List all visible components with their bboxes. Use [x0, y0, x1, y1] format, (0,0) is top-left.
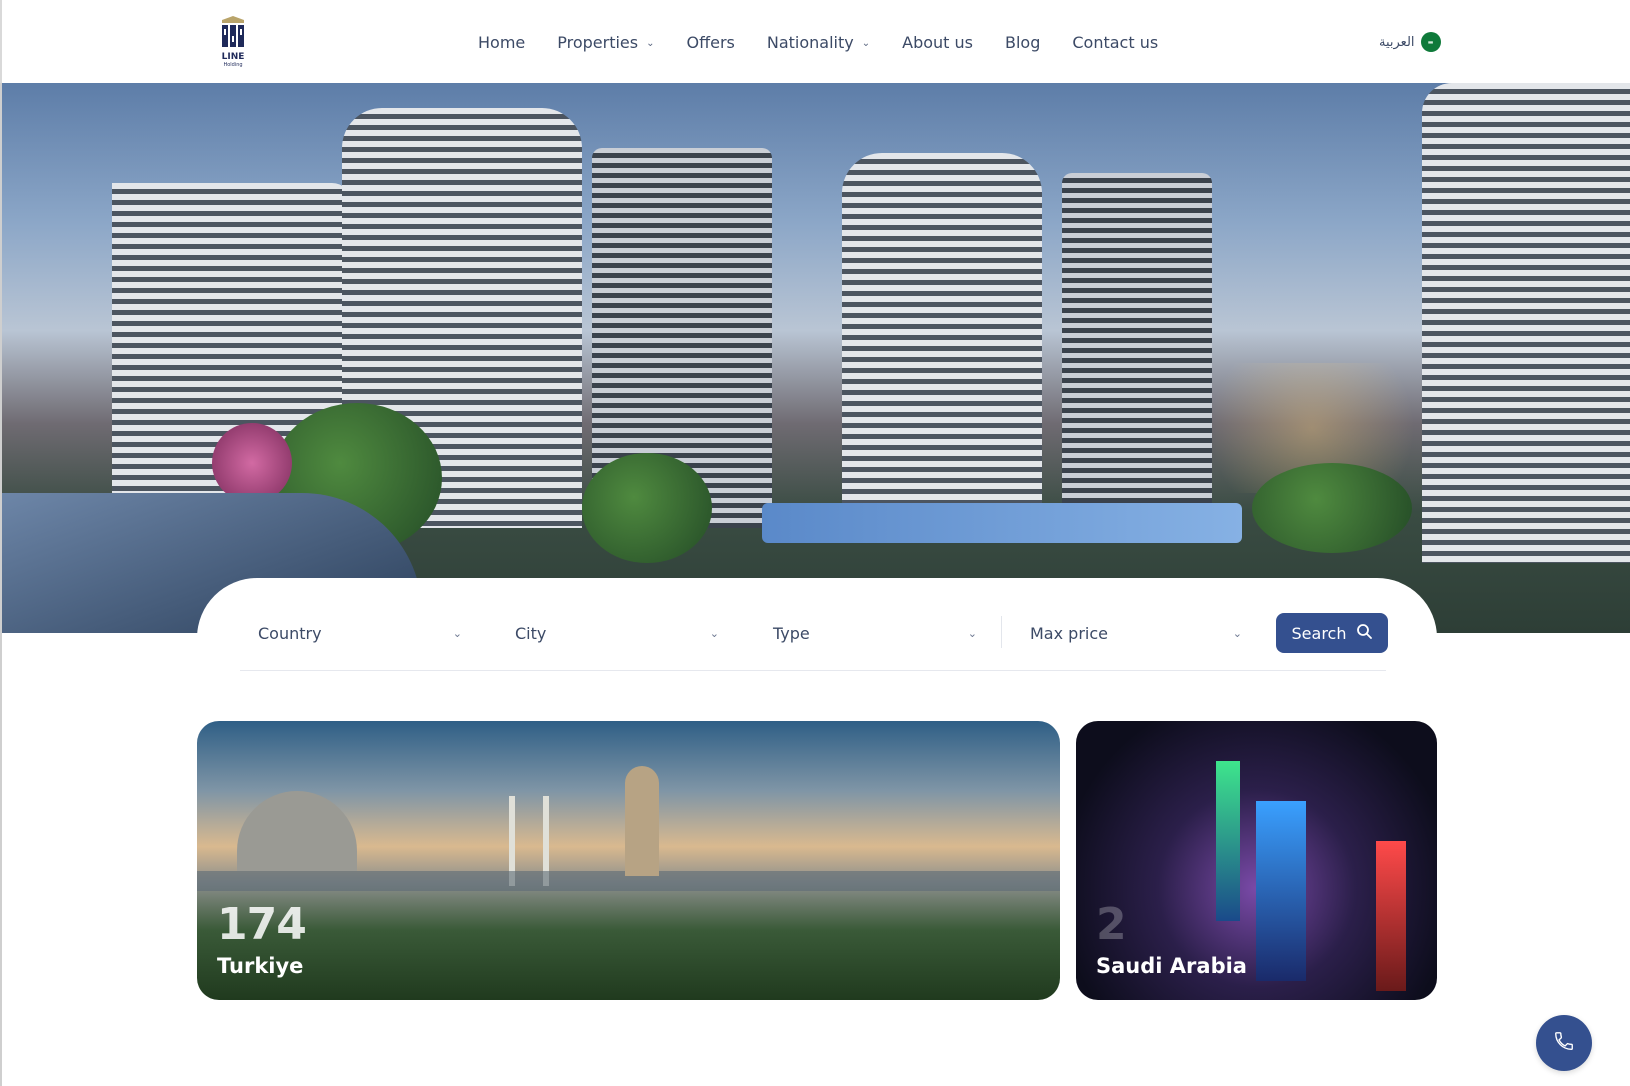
chevron-down-icon: ⌄: [709, 626, 719, 640]
max-price-select-label: Max price: [1030, 623, 1108, 643]
nav-contact[interactable]: Contact us: [1072, 33, 1158, 52]
nav-about-label: About us: [902, 32, 973, 52]
search-button-label: Search: [1291, 623, 1347, 643]
nav-blog[interactable]: Blog: [1005, 33, 1040, 52]
nav-offers[interactable]: Offers: [687, 33, 735, 52]
saudi-flag-icon: ▬: [1420, 32, 1441, 52]
country-card-saudi-arabia[interactable]: 2 Saudi Arabia: [1076, 721, 1437, 1000]
logo-text: LINE: [221, 52, 245, 62]
kingdom-tower-image: [1216, 761, 1240, 921]
nav-blog-label: Blog: [1005, 32, 1041, 52]
nav-about[interactable]: About us: [902, 33, 973, 52]
search-button[interactable]: Search: [1276, 613, 1388, 653]
city-select-label: City: [515, 623, 547, 643]
type-select[interactable]: Type ⌄: [773, 620, 977, 646]
max-price-select[interactable]: Max price ⌄: [1030, 620, 1242, 646]
country-select-label: Country: [258, 623, 322, 643]
country-card-turkiye[interactable]: 174 Turkiye: [197, 721, 1060, 1000]
tree-image: [212, 423, 292, 503]
nav-contact-label: Contact us: [1072, 32, 1159, 52]
chevron-down-icon: ⌄: [967, 626, 977, 640]
search-icon: [1356, 623, 1373, 643]
nav-nationality[interactable]: Nationality ⌄: [767, 33, 870, 52]
card-count: 2: [1096, 899, 1127, 950]
logo-tagline: Holding: [223, 62, 243, 68]
language-label: العربية: [1379, 34, 1415, 50]
site-header: LINE Holding Home Properties ⌄ Offers Na…: [0, 0, 1630, 83]
type-select-label: Type: [773, 623, 810, 643]
card-name: Saudi Arabia: [1096, 954, 1247, 978]
city-select[interactable]: City ⌄: [515, 620, 719, 646]
nav-home[interactable]: Home: [478, 33, 525, 52]
card-count: 174: [217, 899, 307, 950]
field-divider: [1001, 616, 1002, 648]
building-image: [1422, 83, 1630, 563]
skyscraper-image: [1256, 801, 1306, 981]
skyscraper-image: [1376, 841, 1406, 991]
nav-properties[interactable]: Properties ⌄: [557, 33, 654, 52]
galata-tower-image: [625, 766, 659, 876]
skyline-logo[interactable]: LINE Holding: [218, 14, 248, 70]
tree-image: [582, 453, 712, 563]
nav-properties-label: Properties: [557, 32, 639, 52]
country-select[interactable]: Country ⌄: [258, 620, 462, 646]
hero-banner: [2, 83, 1630, 633]
chevron-down-icon: ⌄: [646, 37, 655, 49]
nav-nationality-label: Nationality: [766, 32, 854, 52]
search-underline: [240, 670, 1386, 671]
chevron-down-icon: ⌄: [861, 37, 871, 49]
building-image: [842, 153, 1042, 533]
language-switcher[interactable]: العربية ▬: [1379, 32, 1441, 52]
building-image: [1062, 173, 1212, 533]
pool-image: [762, 503, 1242, 543]
nav-home-label: Home: [478, 32, 526, 52]
nav-offers-label: Offers: [686, 32, 735, 52]
mosque-image: [237, 791, 357, 871]
chevron-down-icon: ⌄: [1232, 626, 1242, 640]
chevron-down-icon: ⌄: [452, 626, 462, 640]
phone-button[interactable]: [1536, 1015, 1592, 1071]
tree-image: [1252, 463, 1412, 553]
main-nav: Home Properties ⌄ Offers Nationality ⌄ A…: [478, 30, 1158, 54]
card-name: Turkiye: [217, 954, 304, 978]
phone-icon: [1553, 1030, 1575, 1056]
logo-mark-icon: [220, 14, 246, 50]
